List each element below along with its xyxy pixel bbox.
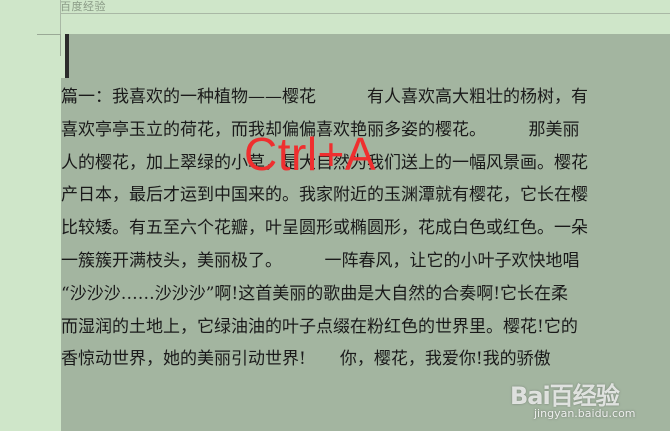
- document-line[interactable]: 产日本，最后才运到中国来的。我家附近的玉渊潭就有樱花，它长在樱: [61, 182, 670, 215]
- document-line[interactable]: 香惊动世界，她的美丽引动世界! 你，樱花，我爱你!我的骄傲: [61, 346, 670, 379]
- text-cursor-bar: [65, 34, 69, 78]
- document-line[interactable]: 篇一：我喜欢的一种植物——樱花 有人喜欢高大粗壮的杨树，有: [61, 84, 670, 117]
- baidu-jingyan-logo: Bai百经验: [510, 382, 620, 410]
- document-line[interactable]: 比较矮。有五至六个花瓣，叶呈圆形或椭圆形，花成白色或红色。一朵: [61, 215, 670, 248]
- shortcut-annotation: Ctrl+A: [244, 128, 377, 180]
- header-divider: [60, 13, 670, 14]
- header-watermark: 百度经验: [60, 0, 106, 13]
- document-line[interactable]: 而湿润的土地上，它绿油油的叶子点缀在粉红色的世界里。樱花!它的: [61, 314, 670, 347]
- margin-corner-mark-horizontal: [37, 34, 61, 35]
- document-line[interactable]: 一簇簇开满枝头，美丽极了。 一阵春风，让它的小叶子欢快地唱: [61, 248, 670, 281]
- document-line[interactable]: “沙沙沙……沙沙沙”啊!这首美丽的歌曲是大自然的合奏啊!它长在柔: [61, 281, 670, 314]
- margin-guide: [60, 0, 61, 34]
- baidu-jingyan-url: jingyan.baidu.com: [534, 407, 636, 420]
